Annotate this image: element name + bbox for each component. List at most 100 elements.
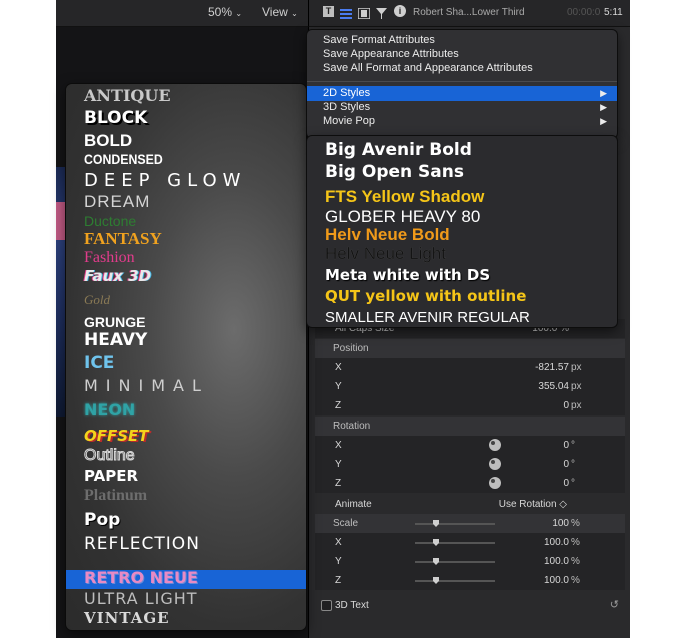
style-heavy[interactable]: HEAVY (84, 330, 147, 350)
preset-big-avenir-bold[interactable]: Big Avenir Bold (325, 140, 472, 160)
unit-label: % (571, 575, 580, 586)
scale-x-slider[interactable] (415, 539, 495, 546)
info-icon[interactable]: i (394, 5, 406, 17)
scale-x-value[interactable]: 100.0 (544, 537, 569, 548)
scale-y-value[interactable]: 100.0 (544, 556, 569, 567)
style-fashion[interactable]: Fashion (84, 249, 135, 267)
style-paper[interactable]: PAPER (84, 467, 138, 485)
save-attributes-menu: Save Format Attributes Save Appearance A… (307, 30, 617, 138)
slider-thumb[interactable] (433, 539, 439, 546)
style-minimal[interactable]: MINIMAL (84, 376, 209, 395)
filter-inspector-icon[interactable] (376, 6, 387, 24)
preset-meta-white-ds[interactable]: Meta white with DS (325, 266, 490, 284)
preset-helv-neue-bold[interactable]: Helv Neue Bold (325, 225, 450, 245)
menu-separator (307, 81, 617, 82)
preset-helv-neue-light[interactable]: Helv Neue Light (325, 244, 446, 264)
scale-z-row[interactable]: Z 100.0 % (315, 571, 625, 590)
rotation-knob[interactable] (489, 477, 501, 489)
menu-item-save-format[interactable]: Save Format Attributes (323, 34, 435, 46)
style-offset[interactable]: OFFSET (84, 427, 149, 445)
unit-label: % (571, 556, 580, 567)
style-grunge[interactable]: GRUNGE (84, 314, 145, 330)
animate-popup[interactable]: Use Rotation ◇ (499, 499, 567, 510)
position-section[interactable]: Position (315, 339, 625, 358)
style-dream[interactable]: DREAM (84, 192, 150, 212)
view-menu[interactable]: View ⌄ (262, 5, 298, 19)
zoom-label: 50% (208, 5, 233, 19)
title-inspector-icon[interactable] (340, 6, 352, 19)
preset-glober-heavy[interactable]: GLOBER HEAVY 80 (325, 207, 480, 227)
style-fantasy[interactable]: FANTASY (84, 229, 162, 249)
unit-label: % (571, 537, 580, 548)
scale-z-slider[interactable] (415, 577, 495, 584)
unit-label: ° (571, 478, 575, 489)
menu-item-movie-pop[interactable]: Movie Pop (323, 115, 375, 127)
preset-big-open-sans[interactable]: Big Open Sans (325, 162, 464, 182)
style-block[interactable]: BLOCK (84, 108, 147, 128)
menu-item-save-appearance[interactable]: Save Appearance Attributes (323, 48, 459, 60)
chevron-down-icon: ⌄ (235, 9, 243, 18)
style-ultra-light[interactable]: ULTRA LIGHT (84, 589, 198, 608)
preset-qut-yellow-outline[interactable]: QUT yellow with outline (325, 287, 526, 305)
position-z-row[interactable]: Z 0 px (315, 396, 625, 415)
style-neon[interactable]: NEON (84, 400, 135, 419)
rotation-x-value[interactable]: 0 (563, 440, 569, 451)
style-antique[interactable]: ANTIQUE (84, 86, 171, 105)
style-pop[interactable]: Pop (84, 510, 120, 530)
unit-label: px (571, 362, 582, 373)
animate-row[interactable]: Animate Use Rotation ◇ (315, 495, 625, 514)
inspector-toolbar: T i Robert Sha...Lower Third 00:00:0 5:1… (308, 0, 630, 27)
scale-section[interactable]: Scale 100 % (315, 514, 625, 533)
slider-thumb[interactable] (433, 558, 439, 565)
preset-fts-yellow-shadow[interactable]: FTS Yellow Shadow (325, 187, 484, 207)
text-3d-checkbox[interactable] (321, 600, 332, 611)
position-x-value[interactable]: -821.57 (535, 362, 569, 373)
style-platinum[interactable]: Platinum (84, 487, 147, 505)
position-x-row[interactable]: X -821.57 px (315, 358, 625, 377)
rotation-x-row[interactable]: X 0 ° (315, 436, 625, 455)
preset-smaller-avenir-regular[interactable]: SMALLER AVENIR REGULAR (325, 309, 530, 326)
scale-value[interactable]: 100 (552, 518, 569, 529)
rotation-section[interactable]: Rotation (315, 417, 625, 436)
scale-y-row[interactable]: Y 100.0 % (315, 552, 625, 571)
zoom-menu[interactable]: 50% ⌄ (208, 5, 242, 19)
scale-y-slider[interactable] (415, 558, 495, 565)
axis-label: X (335, 362, 342, 373)
style-gold[interactable]: Gold (84, 292, 110, 308)
text-inspector-icon[interactable]: T (323, 6, 334, 17)
style-retro-neue[interactable]: RETRO NEUE (84, 568, 198, 587)
rotation-y-value[interactable]: 0 (563, 459, 569, 470)
menu-item-2d-styles[interactable]: 2D Styles (323, 87, 370, 99)
position-z-value[interactable]: 0 (563, 400, 569, 411)
style-ductone[interactable]: Ductone (84, 213, 136, 229)
style-faux-3d[interactable]: Faux 3D (84, 267, 151, 285)
rotation-y-row[interactable]: Y 0 ° (315, 455, 625, 474)
scale-z-value[interactable]: 100.0 (544, 575, 569, 586)
scale-x-row[interactable]: X 100.0 % (315, 533, 625, 552)
style-reflection[interactable]: REFLECTION (84, 534, 200, 554)
scale-slider[interactable] (415, 520, 495, 527)
rotation-z-row[interactable]: Z 0 ° (315, 474, 625, 493)
chevron-down-icon: ⌄ (291, 9, 298, 18)
style-outline[interactable]: Outline (84, 447, 136, 465)
style-bold[interactable]: BOLD (84, 131, 132, 151)
reset-icon[interactable]: ↺ (610, 598, 619, 611)
text-3d-row[interactable]: 3D Text ↺ (315, 596, 625, 615)
unit-label: % (571, 518, 580, 529)
style-vintage[interactable]: VINTAGE (84, 609, 170, 627)
style-deep-glow[interactable]: DEEP GLOW (84, 170, 246, 191)
menu-item-save-all[interactable]: Save All Format and Appearance Attribute… (323, 62, 533, 74)
video-inspector-icon[interactable] (357, 6, 371, 24)
rotation-z-value[interactable]: 0 (563, 478, 569, 489)
slider-thumb[interactable] (433, 577, 439, 584)
axis-label: Z (335, 400, 342, 411)
style-condensed[interactable]: CONDENSED (84, 151, 163, 167)
slider-thumb[interactable] (433, 520, 439, 527)
menu-item-3d-styles[interactable]: 3D Styles (323, 101, 370, 113)
unit-label: px (571, 400, 582, 411)
rotation-knob[interactable] (489, 458, 501, 470)
rotation-knob[interactable] (489, 439, 501, 451)
style-ice[interactable]: ICE (84, 353, 114, 373)
position-y-value[interactable]: 355.04 (538, 381, 569, 392)
position-y-row[interactable]: Y 355.04 px (315, 377, 625, 396)
